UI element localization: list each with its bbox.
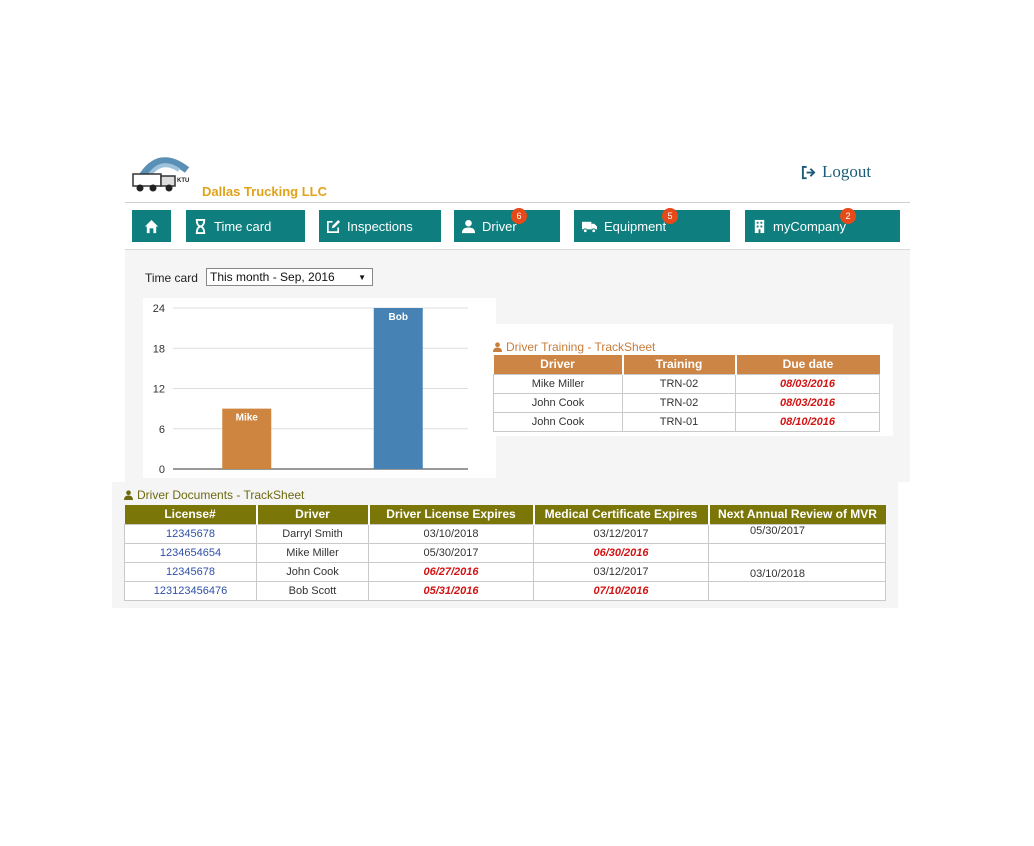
mvr-cell: 03/10/2018 xyxy=(708,561,886,582)
training-code-cell: TRN-02 xyxy=(622,392,736,413)
training-col-driver: Driver xyxy=(493,355,624,374)
training-title: Driver Training - TrackSheet xyxy=(493,340,655,354)
docs-col-mvr: Next Annual Review of MVR xyxy=(708,505,886,524)
table-row: John Cook TRN-02 08/03/2016 xyxy=(493,392,880,413)
logout-label: Logout xyxy=(822,162,872,181)
training-title-text: Driver Training - TrackSheet xyxy=(506,340,656,354)
sign-out-icon xyxy=(801,165,816,179)
user-icon xyxy=(461,219,476,233)
bar-data-label: Bob xyxy=(389,312,408,323)
doc-driver-cell: Bob Scott xyxy=(256,580,369,601)
training-table: Driver Training Due date Mike Miller TRN… xyxy=(493,355,880,432)
bar-data-label: Mike xyxy=(236,413,259,424)
user-icon xyxy=(124,490,133,500)
documents-title-text: Driver Documents - TrackSheet xyxy=(137,488,305,502)
home-icon xyxy=(144,219,159,233)
documents-title: Driver Documents - TrackSheet xyxy=(124,488,304,502)
logout-link[interactable]: Logout xyxy=(801,162,871,182)
training-col-due: Due date xyxy=(735,355,880,374)
hourglass-icon xyxy=(195,218,206,234)
training-code-cell: TRN-02 xyxy=(622,373,736,394)
doc-driver-cell: John Cook xyxy=(256,561,369,582)
y-tick-label: 0 xyxy=(159,464,165,476)
docs-col-driver: Driver xyxy=(256,505,370,524)
table-row: Mike Miller TRN-02 08/03/2016 xyxy=(493,373,880,394)
y-tick-label: 24 xyxy=(153,303,165,315)
nav-equipment-button[interactable]: Equipment 5 xyxy=(574,208,730,242)
timecard-bar-chart: 0 6 12 18 24 Mike Bob xyxy=(153,303,468,476)
timecard-period-select[interactable]: This month - Sep, 2016 ▼ xyxy=(206,268,373,286)
training-col-training: Training xyxy=(622,355,737,374)
chevron-down-icon: ▼ xyxy=(358,272,366,282)
training-due-cell: 08/03/2016 xyxy=(735,392,880,413)
user-icon xyxy=(493,342,502,352)
y-tick-label: 6 xyxy=(159,424,165,436)
med-expires-cell: 03/12/2017 xyxy=(533,523,709,544)
training-code-cell: TRN-01 xyxy=(622,411,736,432)
timecard-period-value: This month - Sep, 2016 xyxy=(210,270,335,284)
docs-col-med-expires: Medical Certificate Expires xyxy=(533,505,710,524)
building-icon xyxy=(754,219,765,233)
timecard-chart: 0 6 12 18 24 Mike Bob xyxy=(143,298,496,478)
nav-equipment-label: Equipment xyxy=(604,218,667,234)
dl-expires-cell: 05/31/2016 xyxy=(368,580,534,601)
doc-driver-cell: Darryl Smith xyxy=(256,523,369,544)
table-row: 12345678 John Cook 06/27/2016 03/12/2017… xyxy=(124,561,886,582)
training-due-cell: 08/10/2016 xyxy=(735,411,880,432)
nav-timecard-button[interactable]: Time card xyxy=(186,210,305,242)
dl-expires-cell: 06/27/2016 xyxy=(368,561,534,582)
training-driver-cell: Mike Miller xyxy=(493,373,623,394)
nav-mycompany-label: myCompany xyxy=(773,218,846,234)
driver-badge: 6 xyxy=(511,208,527,224)
table-row: 1234654654 Mike Miller 05/30/2017 06/30/… xyxy=(124,542,886,563)
nav-home-button[interactable] xyxy=(132,210,171,242)
mvr-cell xyxy=(708,580,886,601)
license-link[interactable]: 123123456476 xyxy=(124,580,257,601)
training-driver-cell: John Cook xyxy=(493,392,623,413)
company-logo: KTU xyxy=(131,150,201,196)
nav-driver-label: Driver xyxy=(482,218,517,234)
training-driver-cell: John Cook xyxy=(493,411,623,432)
documents-header-row: License# Driver Driver License Expires M… xyxy=(124,505,886,524)
mvr-cell: 05/30/2017 xyxy=(708,523,886,544)
doc-driver-cell: Mike Miller xyxy=(256,542,369,563)
nav-inspections-label: Inspections xyxy=(347,218,413,234)
license-link[interactable]: 1234654654 xyxy=(124,542,257,563)
training-header-row: Driver Training Due date xyxy=(493,355,880,374)
y-tick-label: 18 xyxy=(153,343,165,355)
docs-col-license: License# xyxy=(124,505,258,524)
truck-icon xyxy=(582,221,597,233)
bar-bob[interactable] xyxy=(373,308,423,469)
training-due-cell: 08/03/2016 xyxy=(735,373,880,394)
nav-mycompany-button[interactable]: myCompany 2 xyxy=(745,208,900,242)
svg-text:KTU: KTU xyxy=(177,178,189,184)
equipment-badge: 5 xyxy=(662,208,678,224)
med-expires-cell: 07/10/2016 xyxy=(533,580,709,601)
table-row: 123123456476 Bob Scott 05/31/2016 07/10/… xyxy=(124,580,886,601)
nav-driver-button[interactable]: Driver 6 xyxy=(454,208,560,242)
med-expires-cell: 06/30/2016 xyxy=(533,542,709,563)
med-expires-cell: 03/12/2017 xyxy=(533,561,709,582)
timecard-label: Time card xyxy=(145,271,198,285)
dl-expires-cell: 05/30/2017 xyxy=(368,542,534,563)
y-tick-label: 12 xyxy=(153,384,165,396)
company-name: Dallas Trucking LLC xyxy=(202,184,327,199)
dl-expires-cell: 03/10/2018 xyxy=(368,523,534,544)
header-divider xyxy=(125,202,910,203)
license-link[interactable]: 12345678 xyxy=(124,523,257,544)
license-link[interactable]: 12345678 xyxy=(124,561,257,582)
table-row: John Cook TRN-01 08/10/2016 xyxy=(493,411,880,432)
nav-inspections-button[interactable]: Inspections xyxy=(319,210,441,242)
mvr-cell xyxy=(708,542,886,563)
edit-icon xyxy=(327,219,341,233)
table-row: 12345678 Darryl Smith 03/10/2018 03/12/2… xyxy=(124,523,886,544)
nav-timecard-label: Time card xyxy=(214,218,272,234)
documents-table: License# Driver Driver License Expires M… xyxy=(124,505,886,601)
mycompany-badge: 2 xyxy=(840,208,856,224)
docs-col-dl-expires: Driver License Expires xyxy=(368,505,535,524)
